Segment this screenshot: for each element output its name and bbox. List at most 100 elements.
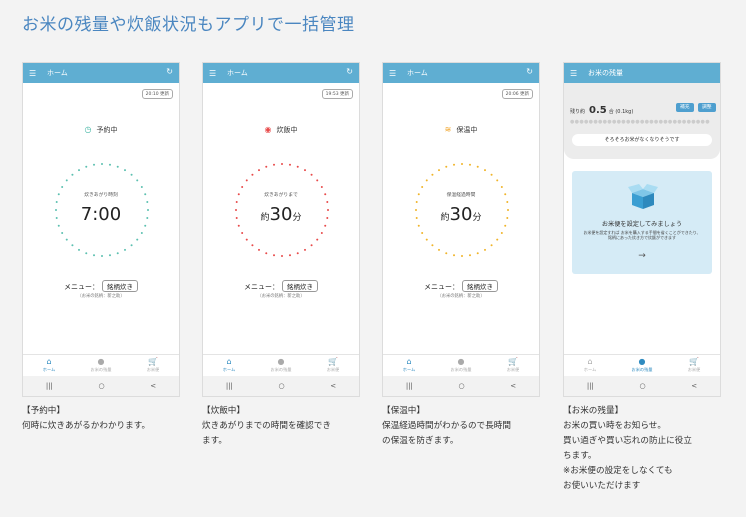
ring-dot xyxy=(490,173,493,176)
cart-icon: 🛒 xyxy=(508,357,518,366)
nav-home[interactable]: ⌂ ホーム xyxy=(203,355,255,377)
home-icon: ⌂ xyxy=(587,357,593,366)
nav-rice-delivery[interactable]: 🛒 お米便 xyxy=(127,355,179,377)
menu-icon[interactable]: ☰ xyxy=(389,69,399,78)
ring-dot xyxy=(431,244,434,247)
caption-line: ※お米便の設定をしなくても xyxy=(563,466,673,476)
home-button-icon[interactable]: ○ xyxy=(99,382,105,390)
ring-dot xyxy=(324,224,327,227)
status-label: ≋ 保温中 xyxy=(383,125,539,135)
phone-screen-cooking: ☰ ホーム ↻ 19:53 更新 ◉ 炊飯中 炊きあがりまで 約30分 メニュー：… xyxy=(202,62,360,397)
menu-icon[interactable]: ☰ xyxy=(29,69,39,78)
nav-label: お米便 xyxy=(146,367,160,372)
nav-label: ホーム xyxy=(583,367,597,372)
caption-line: の保温を防ぎます。 xyxy=(382,436,459,446)
back-icon[interactable]: < xyxy=(691,382,697,390)
box-icon xyxy=(628,184,658,209)
menu-value-box: 銘柄炊き xyxy=(462,280,498,292)
nav-rice-remaining[interactable]: ● お米の残量 xyxy=(616,355,668,377)
ring-dot xyxy=(93,254,96,257)
menu-sub: （お米の銘柄：新之助） xyxy=(257,294,305,299)
ring-dot xyxy=(124,169,126,172)
ring-dot xyxy=(476,165,479,168)
update-time-chip: 20:06 更新 xyxy=(501,89,533,99)
ring-dot xyxy=(310,244,313,247)
nav-rice-remaining[interactable]: ● お米の残量 xyxy=(255,355,307,377)
caption-line: ます。 xyxy=(202,436,227,446)
refresh-icon[interactable]: ↻ xyxy=(526,67,533,76)
system-nav: ||| ○ < xyxy=(203,376,359,396)
ring-dot xyxy=(265,252,268,255)
nav-rice-remaining[interactable]: ● お米の残量 xyxy=(435,355,487,377)
rice-cooker-icon: ◉ xyxy=(264,125,272,134)
caption-cooking: 【炊飯中】 炊きあがりまでの時間を確認でき ます。 xyxy=(202,404,370,449)
menu-icon[interactable]: ☰ xyxy=(209,69,219,78)
nav-home[interactable]: ⌂ ホーム xyxy=(383,355,435,377)
refill-button[interactable]: 補充 xyxy=(676,103,694,112)
ring-dot xyxy=(316,179,319,182)
app-bar: ☰ ホーム ↻ xyxy=(23,63,179,83)
back-icon[interactable]: < xyxy=(510,382,516,390)
big-value: 30 xyxy=(269,204,293,225)
home-button-icon[interactable]: ○ xyxy=(459,382,465,390)
arrow-right-icon[interactable]: → xyxy=(572,251,712,261)
menu-label: メニュー： xyxy=(424,283,459,291)
caption-keep-warm: 【保温中】 保温経過時間がわかるので長時間 の保温を防ぎます。 xyxy=(382,404,550,449)
nav-home[interactable]: ⌂ ホーム xyxy=(23,355,75,377)
home-icon: ⌂ xyxy=(46,357,52,366)
ring-dot xyxy=(65,179,68,182)
menu-icon[interactable]: ☰ xyxy=(570,69,580,78)
status-text: 予約中 xyxy=(96,126,118,134)
ring-dot xyxy=(71,173,74,176)
ring-dot xyxy=(425,179,428,182)
ring-dot xyxy=(85,252,88,255)
recent-apps-icon[interactable]: ||| xyxy=(587,382,594,390)
home-button-icon[interactable]: ○ xyxy=(640,382,646,390)
update-time-chip: 20:10 更新 xyxy=(141,89,173,99)
recent-apps-icon[interactable]: ||| xyxy=(406,382,413,390)
ring-dot xyxy=(273,254,276,257)
caption-rice-remaining: 【お米の残量】 お米の買い時をお知らせ。 買い過ぎや買い忘れの防止に役立 ちます… xyxy=(563,404,731,494)
center-label: 炊きあがりまで xyxy=(264,193,298,198)
ring-dot xyxy=(453,163,456,166)
ring-dot xyxy=(130,173,133,176)
heat-icon: ≋ xyxy=(444,125,452,134)
back-icon[interactable]: < xyxy=(150,382,156,390)
page-title: お米の残量や炊飯状況もアプリで一括管理 xyxy=(22,15,355,35)
caption-heading: 【保温中】 xyxy=(382,406,425,416)
rice-delivery-card[interactable]: お米便を設定してみましょう お米便を設定すれば お米を購入する手間を省くことがで… xyxy=(572,171,712,274)
ring-dot xyxy=(421,186,424,188)
ring-dot xyxy=(116,165,119,168)
ring-dot xyxy=(124,248,126,251)
nav-rice-remaining[interactable]: ● お米の残量 xyxy=(75,355,127,377)
refresh-icon[interactable]: ↻ xyxy=(346,67,353,76)
nav-home[interactable]: ⌂ ホーム xyxy=(564,355,616,377)
nav-rice-delivery[interactable]: 🛒 お米便 xyxy=(487,355,539,377)
nav-label: お米便 xyxy=(687,367,701,372)
home-button-icon[interactable]: ○ xyxy=(279,382,285,390)
menu-value-box: 銘柄炊き xyxy=(102,280,138,292)
big-prefix: 約 xyxy=(440,213,450,223)
ring-dot xyxy=(417,224,420,227)
ring-dot xyxy=(461,255,463,257)
ring-dot xyxy=(304,169,306,172)
ring-dot xyxy=(425,238,428,241)
adjust-button[interactable]: 調整 xyxy=(698,103,716,112)
caption-heading: 【炊飯中】 xyxy=(202,406,245,416)
caption-line: 炊きあがりまでの時間を確認でき xyxy=(202,421,331,431)
remain-unit: 合 xyxy=(608,109,614,115)
ring-dot xyxy=(304,248,306,251)
ring-dot xyxy=(288,254,291,257)
nav-rice-delivery[interactable]: 🛒 お米便 xyxy=(668,355,720,377)
ring-dot xyxy=(61,186,64,188)
recent-apps-icon[interactable]: ||| xyxy=(226,382,233,390)
ring-dot xyxy=(245,238,248,241)
refresh-icon[interactable]: ↻ xyxy=(166,67,173,76)
nav-rice-delivery[interactable]: 🛒 お米便 xyxy=(307,355,359,377)
ring-dot xyxy=(445,252,448,255)
ring-dot xyxy=(241,186,244,188)
recent-apps-icon[interactable]: ||| xyxy=(46,382,53,390)
ring-dot xyxy=(251,173,254,176)
status-label: ◷ 予約中 xyxy=(23,125,179,135)
back-icon[interactable]: < xyxy=(330,382,336,390)
